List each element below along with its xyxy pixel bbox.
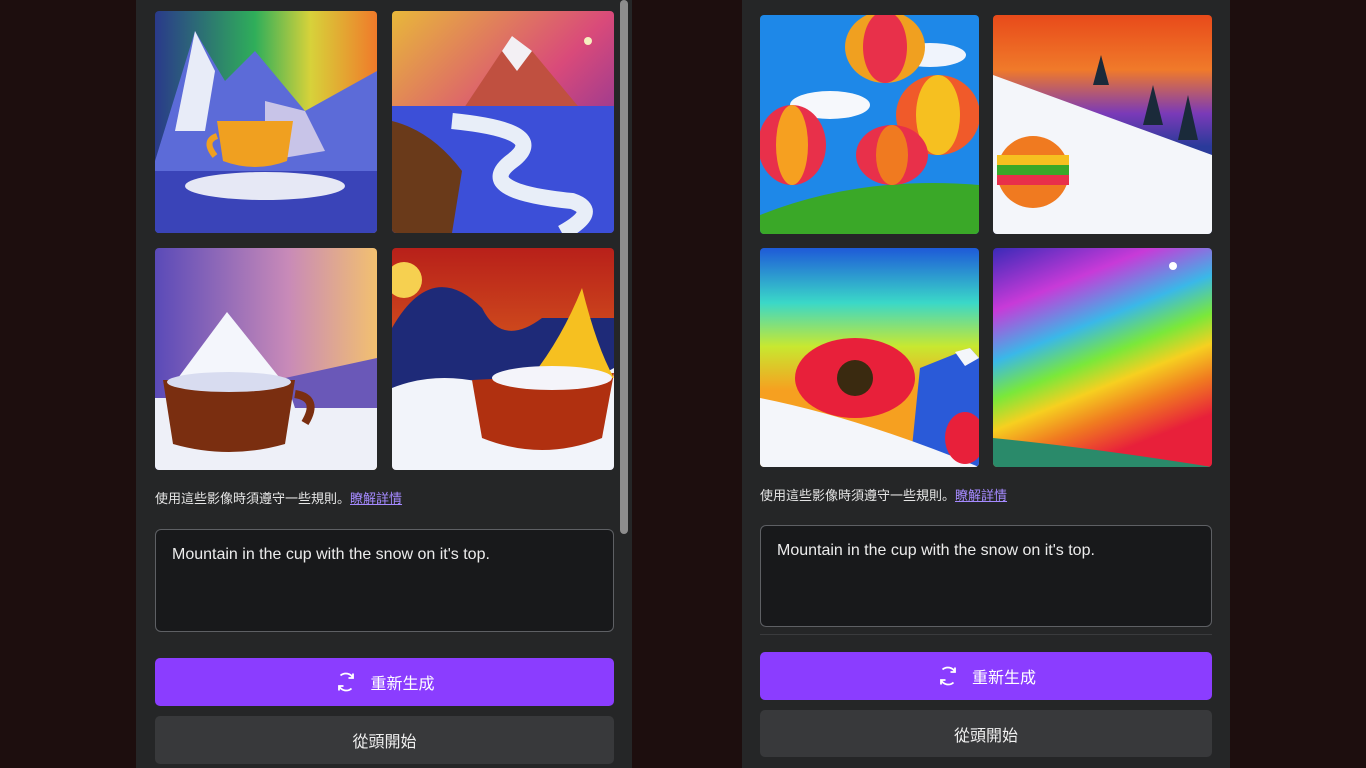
prompt-text: Mountain in the cup with the snow on it'… [172,546,490,563]
prompt-text: Mountain in the cup with the snow on it'… [777,542,1095,559]
right-panel: 使用這些影像時須遵守一些規則。瞭解詳情 Mountain in the cup … [742,0,1230,768]
regenerate-button[interactable]: 重新生成 [760,652,1212,700]
snow-mountain-cup-image[interactable] [155,11,377,233]
regenerate-label: 重新生成 [370,676,435,693]
mountain-river-image[interactable] [392,11,614,233]
regenerate-button[interactable]: 重新生成 [155,658,614,706]
cup-snow-peak-image[interactable] [155,248,377,470]
scrollbar[interactable] [620,0,628,534]
usage-rules-notice: 使用這些影像時須遵守一些規則。瞭解詳情 [760,485,1007,504]
left-panel: 使用這些影像時須遵守一些規則。瞭解詳情 Mountain in the cup … [136,0,632,768]
regenerate-label: 重新生成 [971,670,1036,687]
start-over-label: 從頭開始 [953,727,1018,745]
red-flower-snow-image[interactable] [760,248,979,467]
prompt-input[interactable]: Mountain in the cup with the snow on it'… [155,529,614,632]
start-over-label: 從頭開始 [352,734,417,751]
usage-rules-text: 使用這些影像時須遵守一些規則。 [155,491,351,506]
usage-rules-notice: 使用這些影像時須遵守一些規則。瞭解詳情 [155,488,402,507]
start-over-button[interactable]: 從頭開始 [155,716,614,764]
usage-rules-text: 使用這些影像時須遵守一些規則。 [760,488,956,503]
learn-more-link[interactable]: 瞭解詳情 [350,491,402,506]
learn-more-link[interactable]: 瞭解詳情 [955,488,1007,503]
divider [760,634,1212,635]
start-over-button[interactable]: 從頭開始 [760,710,1212,757]
snow-cup-sunset-image[interactable] [392,248,614,470]
refresh-icon [334,670,358,694]
snowy-slope-balloon-image[interactable] [993,15,1212,234]
refresh-icon [936,664,960,688]
hot-air-balloons-image[interactable] [760,15,979,234]
rainbow-sky-image[interactable] [993,248,1212,467]
prompt-input[interactable]: Mountain in the cup with the snow on it'… [760,525,1212,627]
